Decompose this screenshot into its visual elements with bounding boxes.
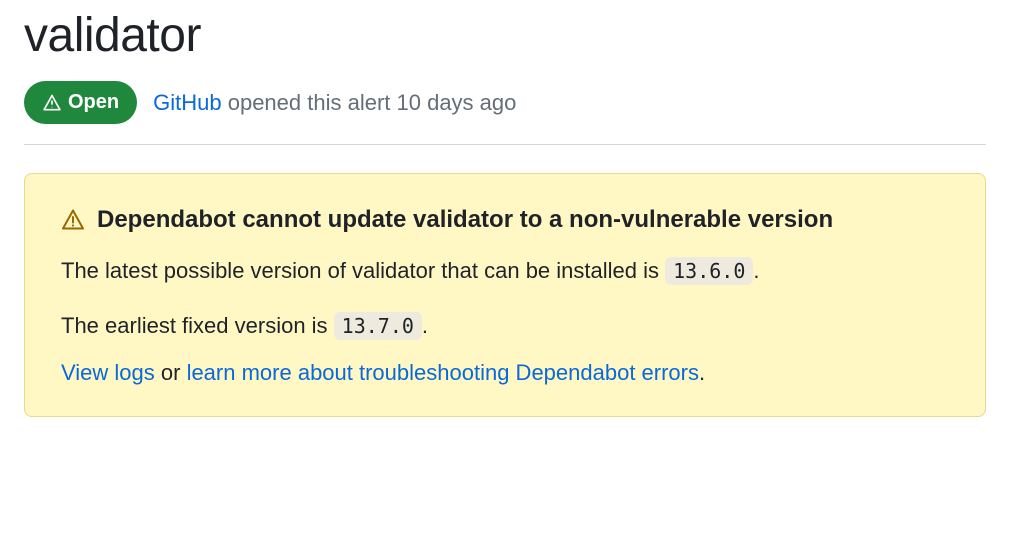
alert-line-2: The earliest fixed version is 13.7.0. — [61, 309, 949, 342]
badge-label: Open — [68, 91, 119, 114]
alert-line1-suffix: . — [753, 258, 759, 283]
alert-title: Dependabot cannot update validator to a … — [97, 206, 833, 234]
alert-links-trailing: . — [699, 360, 705, 385]
alert-header: Dependabot cannot update validator to a … — [61, 206, 949, 234]
latest-version-code: 13.6.0 — [665, 257, 753, 285]
alert-triangle-icon — [42, 93, 62, 113]
or-text: or — [155, 360, 187, 385]
status-row: Open GitHub opened this alert 10 days ag… — [24, 81, 986, 145]
alert-body: The latest possible version of validator… — [61, 254, 949, 386]
alert-links: View logs or learn more about troublesho… — [61, 360, 949, 386]
status-meta: GitHub opened this alert 10 days ago — [153, 90, 516, 116]
open-badge: Open — [24, 81, 137, 124]
status-meta-text: opened this alert 10 days ago — [222, 90, 517, 115]
view-logs-link[interactable]: View logs — [61, 360, 155, 385]
alert-line2-prefix: The earliest fixed version is — [61, 313, 334, 338]
dependabot-alert-box: Dependabot cannot update validator to a … — [24, 173, 986, 417]
page-title: validator — [24, 8, 986, 63]
alert-line2-suffix: . — [422, 313, 428, 338]
fixed-version-code: 13.7.0 — [334, 312, 422, 340]
learn-more-link[interactable]: learn more about troubleshooting Dependa… — [187, 360, 699, 385]
warning-triangle-icon — [61, 208, 85, 232]
alert-line1-prefix: The latest possible version of validator… — [61, 258, 665, 283]
opener-link[interactable]: GitHub — [153, 90, 221, 115]
alert-line-1: The latest possible version of validator… — [61, 254, 949, 287]
